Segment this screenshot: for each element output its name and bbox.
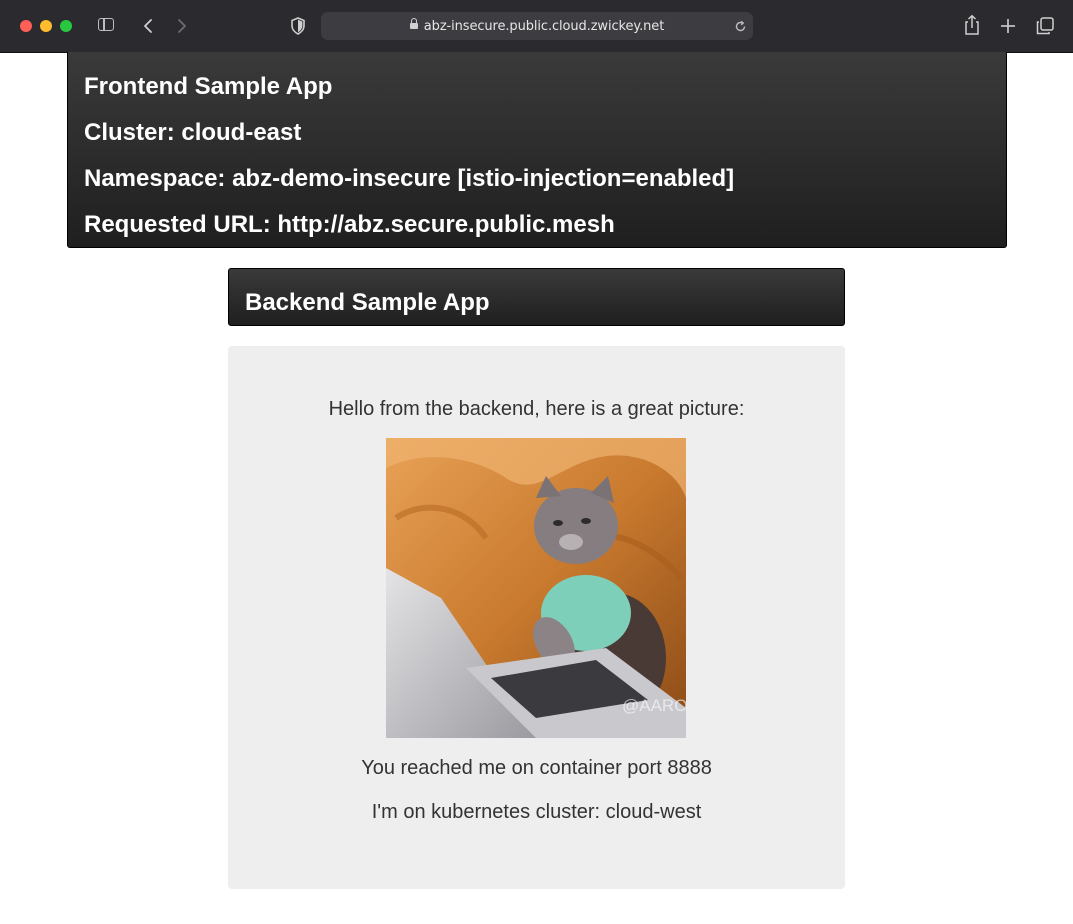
frontend-cluster: Cluster: cloud-east [84, 119, 302, 146]
sidebar-icon[interactable] [98, 18, 114, 31]
frontend-requested-url: Requested URL: http://abz.secure.public.… [84, 211, 615, 238]
shield-icon[interactable] [290, 17, 306, 35]
plus-icon[interactable] [1000, 18, 1016, 34]
reload-icon[interactable] [734, 20, 747, 33]
browser-toolbar: abz-insecure.public.cloud.zwickey.net [0, 0, 1073, 53]
tabs-overview-icon[interactable] [1036, 17, 1054, 35]
backend-content-panel: Hello from the backend, here is a great … [228, 346, 845, 889]
frontend-info-header: Frontend Sample App Cluster: cloud-east … [67, 52, 1007, 248]
backend-greeting: Hello from the backend, here is a great … [328, 398, 745, 420]
cat-typing-illustration: @AARON [386, 438, 686, 738]
frontend-title: Frontend Sample App [84, 73, 333, 100]
image-watermark: @AARON [622, 696, 686, 715]
backend-header: Backend Sample App [228, 268, 845, 326]
minimize-window-button[interactable] [40, 20, 52, 32]
cat-typing-image: @AARON [386, 438, 686, 738]
zoom-window-button[interactable] [60, 20, 72, 32]
chevron-left-icon[interactable] [141, 18, 155, 34]
frontend-namespace: Namespace: abz-demo-insecure [istio-inje… [84, 165, 735, 192]
lock-icon [409, 18, 418, 29]
browser-window: abz-insecure.public.cloud.zwickey.net Fr… [0, 0, 1073, 924]
backend-cluster-text: I'm on kubernetes cluster: cloud-west [371, 801, 702, 823]
backend-port-text: You reached me on container port 8888 [361, 757, 712, 779]
url-text: abz-insecure.public.cloud.zwickey.net [321, 18, 753, 34]
url-label: abz-insecure.public.cloud.zwickey.net [423, 19, 665, 34]
close-window-button[interactable] [20, 20, 32, 32]
chevron-right-icon[interactable] [175, 18, 189, 34]
address-bar[interactable]: abz-insecure.public.cloud.zwickey.net [321, 12, 753, 40]
share-icon[interactable] [963, 14, 981, 36]
backend-title: Backend Sample App [245, 289, 490, 316]
